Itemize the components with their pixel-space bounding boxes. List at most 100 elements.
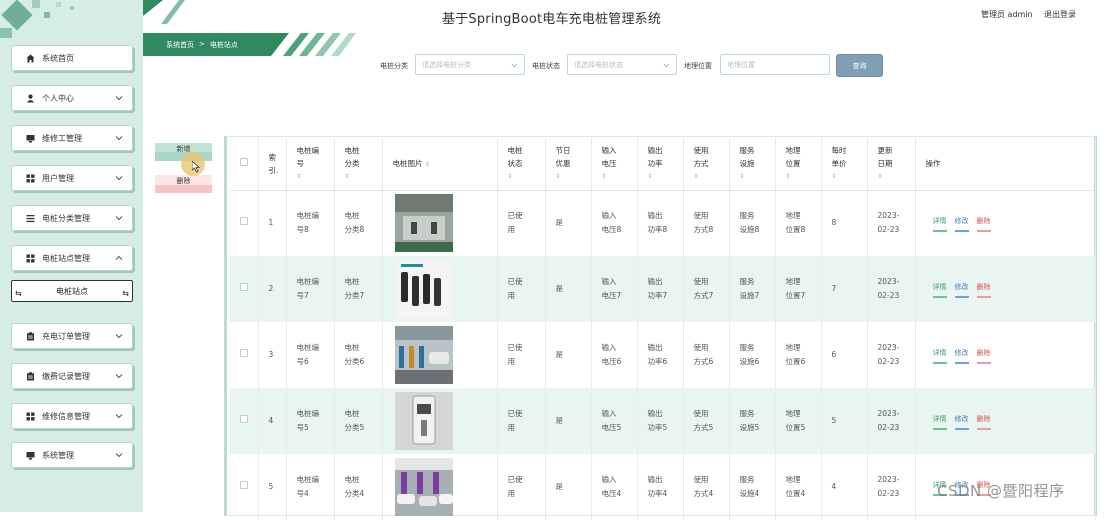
sort-icon[interactable]: ⇕ bbox=[786, 170, 821, 183]
sidebar-item-4[interactable]: 用户管理 bbox=[11, 165, 133, 191]
chevron-down-icon[interactable] bbox=[115, 134, 123, 142]
cell-power: 输出 功率6 bbox=[637, 322, 684, 388]
sort-icon[interactable]: ⇕ bbox=[345, 170, 382, 183]
chevron-up-icon[interactable] bbox=[115, 254, 123, 262]
status-select[interactable]: 请选择电桩状态 bbox=[567, 54, 677, 75]
col-service[interactable]: 服务 设施 ⇕ bbox=[729, 138, 776, 191]
detail-link[interactable]: 详情 bbox=[932, 412, 947, 430]
select-all-checkbox-cell[interactable] bbox=[230, 138, 259, 191]
location-input[interactable]: 地理位置 bbox=[720, 54, 830, 75]
logout-link[interactable]: 退出登录 bbox=[1044, 9, 1076, 20]
cell-price-text: 7 bbox=[831, 284, 837, 293]
sort-icon[interactable]: ⇕ bbox=[602, 170, 637, 183]
cell-location: 地理 位置7 bbox=[775, 256, 822, 322]
sort-icon[interactable]: ⇕ bbox=[694, 170, 729, 183]
cell-holiday: 是 bbox=[545, 454, 592, 520]
delete-link[interactable]: 删除 bbox=[976, 412, 991, 430]
row-checkbox-cell[interactable] bbox=[230, 322, 259, 388]
location-filter-label: 地理位置 bbox=[684, 62, 712, 70]
detail-link[interactable]: 详情 bbox=[932, 346, 947, 364]
sidebar-item-8[interactable]: 缴费记录管理 bbox=[11, 363, 133, 389]
sidebar-item-10[interactable]: 系统管理 bbox=[11, 442, 133, 468]
sidebar-item-7[interactable]: 充电订单管理 bbox=[11, 323, 133, 349]
edit-link[interactable]: 修改 bbox=[954, 346, 969, 364]
row-checkbox-cell[interactable] bbox=[230, 256, 259, 322]
sidebar-item-5[interactable]: 电桩分类管理 bbox=[11, 205, 133, 231]
sidebar-item-1[interactable]: 系统首页 bbox=[11, 45, 133, 71]
row-checkbox-cell[interactable] bbox=[230, 388, 259, 454]
sort-icon[interactable]: ⇕ bbox=[556, 170, 591, 183]
search-button[interactable]: 查询 bbox=[836, 54, 883, 77]
sidebar-item-9[interactable]: 维修信息管理 bbox=[11, 403, 133, 429]
detail-link[interactable]: 详情 bbox=[932, 214, 947, 233]
delete-link[interactable]: 删除 bbox=[976, 346, 991, 364]
cell-index-text: 4 bbox=[268, 416, 274, 425]
cell-price: 7 bbox=[821, 256, 868, 322]
cell-location: 地理 位置8 bbox=[775, 190, 822, 256]
col-code[interactable]: 电桩编 号 ⇕ bbox=[286, 138, 335, 191]
cell-holiday-text: 是 bbox=[555, 482, 564, 491]
cell-category-text: 电桩 分类8 bbox=[344, 211, 365, 235]
chevron-down-icon[interactable] bbox=[115, 332, 123, 340]
breadcrumb-home[interactable]: 系统首页 bbox=[166, 40, 194, 50]
col-price[interactable]: 每时 单价 ⇕ bbox=[821, 138, 868, 191]
cell-service-text: 服务 设施7 bbox=[739, 277, 760, 300]
cell-location-text: 地理 位置7 bbox=[785, 277, 806, 300]
current-user: 管理员 admin bbox=[981, 10, 1033, 19]
cell-location: 地理 位置5 bbox=[775, 388, 822, 454]
sort-icon[interactable]: ⇕ bbox=[878, 170, 915, 183]
sidebar-item-6[interactable]: 电桩站点管理 bbox=[11, 245, 133, 271]
col-usage[interactable]: 使用 方式 ⇕ bbox=[683, 138, 730, 191]
col-status[interactable]: 电桩 状态 ⇕ bbox=[497, 138, 546, 191]
sidebar-item-2[interactable]: 个人中心 bbox=[11, 85, 133, 111]
sort-icon[interactable]: ⇕ bbox=[832, 170, 867, 183]
chevron-down-icon[interactable] bbox=[115, 412, 123, 420]
sidebar-item-3[interactable]: 维修工管理 bbox=[11, 125, 133, 151]
cell-status: 已使 用 bbox=[497, 454, 546, 520]
sidebar-subitem-station[interactable]: ⇆ 电桩站点 ⇆ bbox=[11, 280, 133, 302]
select-all-checkbox[interactable] bbox=[240, 158, 248, 167]
row-checkbox[interactable] bbox=[240, 481, 248, 489]
cell-usage-text: 使用 方式8 bbox=[693, 211, 714, 235]
delete-button-bar bbox=[155, 185, 212, 193]
delete-link[interactable]: 删除 bbox=[976, 214, 991, 233]
col-power[interactable]: 输出 功率 ⇕ bbox=[637, 138, 684, 191]
chevron-down-icon[interactable] bbox=[115, 214, 123, 222]
sort-icon[interactable]: ⇕ bbox=[648, 170, 683, 183]
detail-link[interactable]: 详情 bbox=[932, 280, 947, 298]
delete-button[interactable]: 删除 bbox=[155, 175, 212, 193]
cell-price-text: 5 bbox=[831, 416, 837, 425]
col-voltage[interactable]: 输入 电压 ⇕ bbox=[591, 138, 638, 191]
edit-link[interactable]: 修改 bbox=[954, 214, 969, 233]
chevron-down-icon[interactable] bbox=[115, 94, 123, 102]
row-checkbox[interactable] bbox=[240, 349, 248, 357]
col-category[interactable]: 电桩 分类 ⇕ bbox=[334, 138, 383, 191]
row-checkbox[interactable] bbox=[240, 217, 248, 226]
sort-icon[interactable]: ⇕ bbox=[297, 170, 334, 183]
cell-holiday: 是 bbox=[545, 256, 592, 322]
category-select[interactable]: 请选择电桩分类 bbox=[415, 54, 525, 75]
col-location[interactable]: 地理 位置 ⇕ bbox=[775, 138, 822, 191]
chevron-down-icon[interactable] bbox=[115, 372, 123, 380]
edit-link[interactable]: 修改 bbox=[954, 280, 969, 298]
charger-photo-8 bbox=[394, 194, 453, 253]
col-holiday[interactable]: 节日 优惠 ⇕ bbox=[545, 138, 592, 191]
col-date[interactable]: 更新 日期 ⇕ bbox=[867, 138, 916, 191]
sort-icon[interactable]: ⇕ bbox=[740, 170, 775, 183]
home-icon bbox=[26, 54, 35, 62]
grid-icon bbox=[26, 174, 35, 182]
sort-icon[interactable]: ⇕ bbox=[508, 170, 545, 183]
chevron-down-icon[interactable] bbox=[115, 174, 123, 182]
col-image[interactable]: 电桩图片 ⇕ bbox=[382, 138, 498, 191]
row-checkbox[interactable] bbox=[240, 415, 248, 423]
row-checkbox-cell[interactable] bbox=[230, 454, 259, 520]
sidebar-item-label: 电桩站点管理 bbox=[42, 253, 90, 263]
delete-link[interactable]: 删除 bbox=[976, 280, 991, 298]
sort-icon[interactable]: ⇕ bbox=[425, 161, 430, 168]
row-checkbox-cell[interactable] bbox=[230, 190, 259, 256]
row-checkbox[interactable] bbox=[240, 283, 248, 291]
cell-power: 输出 功率5 bbox=[637, 388, 684, 454]
cell-power: 输出 功率8 bbox=[637, 190, 684, 256]
edit-link[interactable]: 修改 bbox=[954, 412, 969, 430]
chevron-down-icon[interactable] bbox=[115, 451, 123, 459]
